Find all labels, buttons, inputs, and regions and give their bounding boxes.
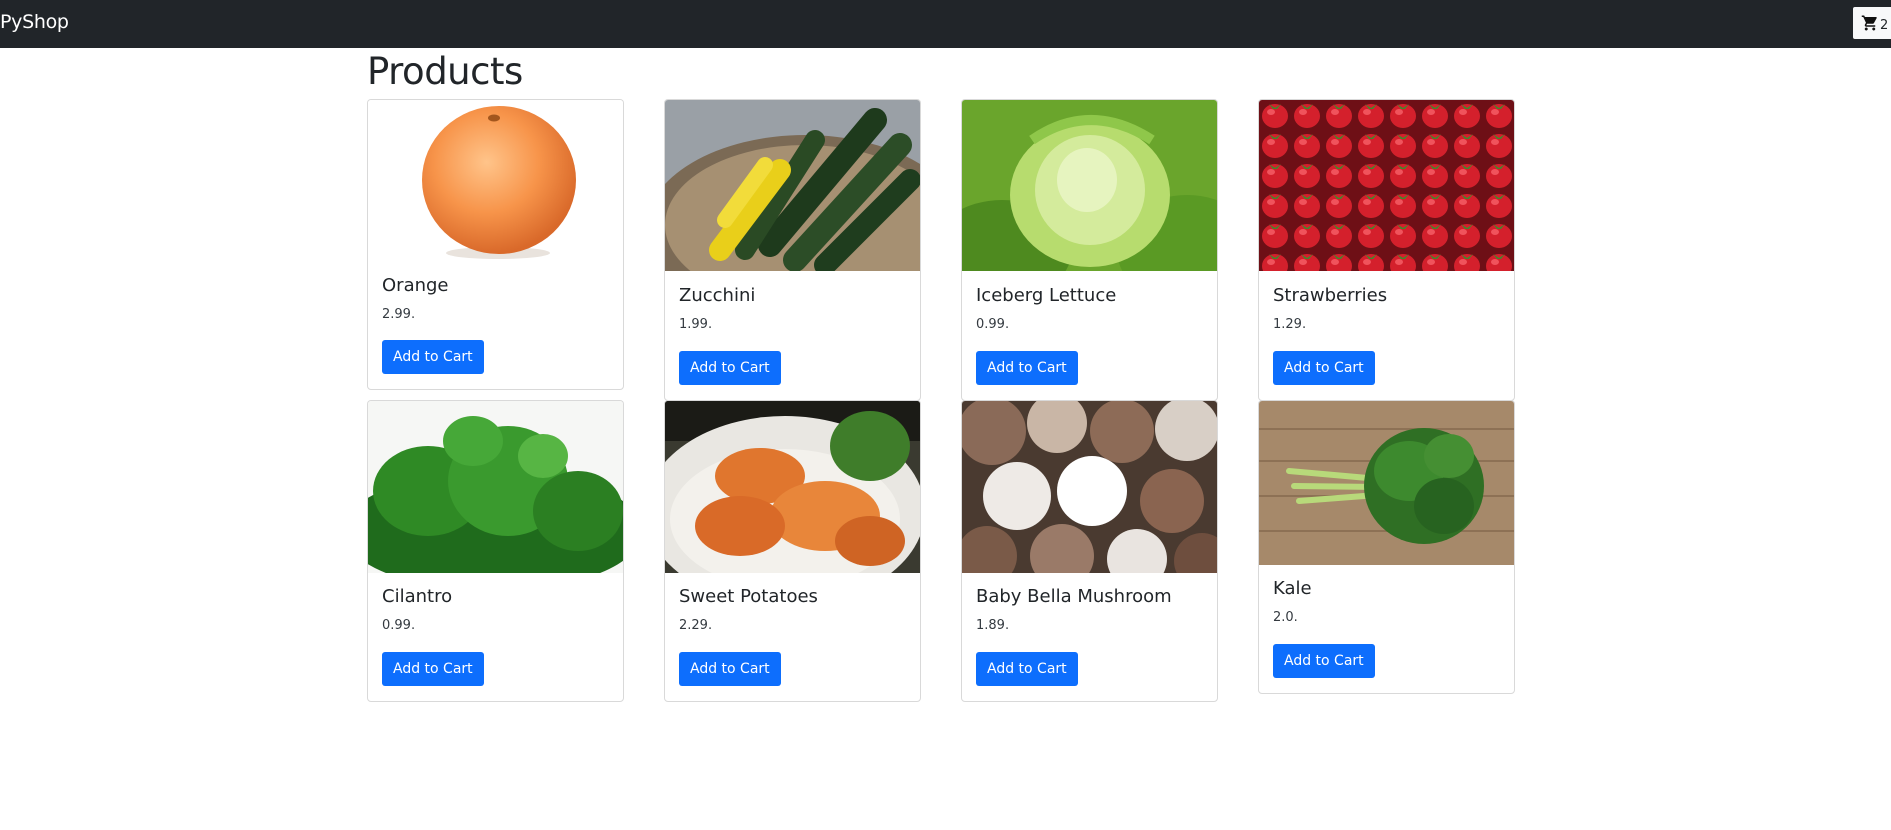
cilantro-image: [368, 401, 623, 573]
cart-icon: [1861, 15, 1877, 31]
add-to-cart-button[interactable]: Add to Cart: [976, 351, 1078, 385]
navbar: PyShop 2: [0, 0, 1891, 48]
product-image: [368, 100, 623, 266]
product-name: Orange: [382, 275, 449, 296]
product-price: 2.99.: [382, 307, 416, 322]
product-image: [1259, 401, 1514, 565]
product-card: Strawberries 1.29. Add to Cart: [1258, 99, 1515, 401]
orange-image: [368, 100, 623, 266]
add-to-cart-button[interactable]: Add to Cart: [1273, 644, 1375, 678]
add-to-cart-button[interactable]: Add to Cart: [679, 351, 781, 385]
product-card: Cilantro 0.99. Add to Cart: [367, 400, 624, 702]
product-card: Orange 2.99. Add to Cart: [367, 99, 624, 390]
add-to-cart-button[interactable]: Add to Cart: [679, 652, 781, 686]
product-name: Sweet Potatoes: [679, 586, 818, 607]
product-image: [368, 401, 623, 573]
add-to-cart-button[interactable]: Add to Cart: [1273, 351, 1375, 385]
product-card: Iceberg Lettuce 0.99. Add to Cart: [961, 99, 1218, 401]
product-card: Baby Bella Mushroom 1.89. Add to Cart: [961, 400, 1218, 702]
product-name: Baby Bella Mushroom: [976, 586, 1172, 607]
product-name: Strawberries: [1273, 285, 1388, 306]
product-card: Sweet Potatoes 2.29. Add to Cart: [664, 400, 921, 702]
product-name: Iceberg Lettuce: [976, 285, 1117, 306]
product-name: Cilantro: [382, 586, 453, 607]
product-card: Zucchini 1.99. Add to Cart: [664, 99, 921, 401]
product-price: 1.29.: [1273, 317, 1307, 332]
product-image: [665, 100, 920, 271]
product-image: [962, 100, 1217, 271]
add-to-cart-button[interactable]: Add to Cart: [382, 652, 484, 686]
brand-link[interactable]: PyShop: [0, 11, 69, 33]
add-to-cart-button[interactable]: Add to Cart: [382, 340, 484, 374]
sweet-potatoes-image: [665, 401, 920, 573]
product-price: 0.99.: [976, 317, 1010, 332]
product-price: 1.89.: [976, 618, 1010, 633]
product-price: 2.29.: [679, 618, 713, 633]
zucchini-image: [665, 100, 920, 271]
kale-image: [1259, 401, 1514, 565]
lettuce-image: [962, 100, 1217, 271]
mushroom-image: [962, 401, 1217, 573]
strawberries-image: [1259, 100, 1514, 271]
product-image: [665, 401, 920, 573]
page-title: Products: [367, 50, 523, 93]
product-price: 2.0.: [1273, 610, 1298, 625]
product-name: Zucchini: [679, 285, 756, 306]
cart-count-badge: 2: [1880, 18, 1889, 33]
cart-button[interactable]: 2: [1853, 7, 1891, 39]
product-card: Kale 2.0. Add to Cart: [1258, 400, 1515, 694]
product-price: 1.99.: [679, 317, 713, 332]
product-image: [1259, 100, 1514, 271]
product-price: 0.99.: [382, 618, 416, 633]
add-to-cart-button[interactable]: Add to Cart: [976, 652, 1078, 686]
product-name: Kale: [1273, 578, 1312, 599]
product-image: [962, 401, 1217, 573]
